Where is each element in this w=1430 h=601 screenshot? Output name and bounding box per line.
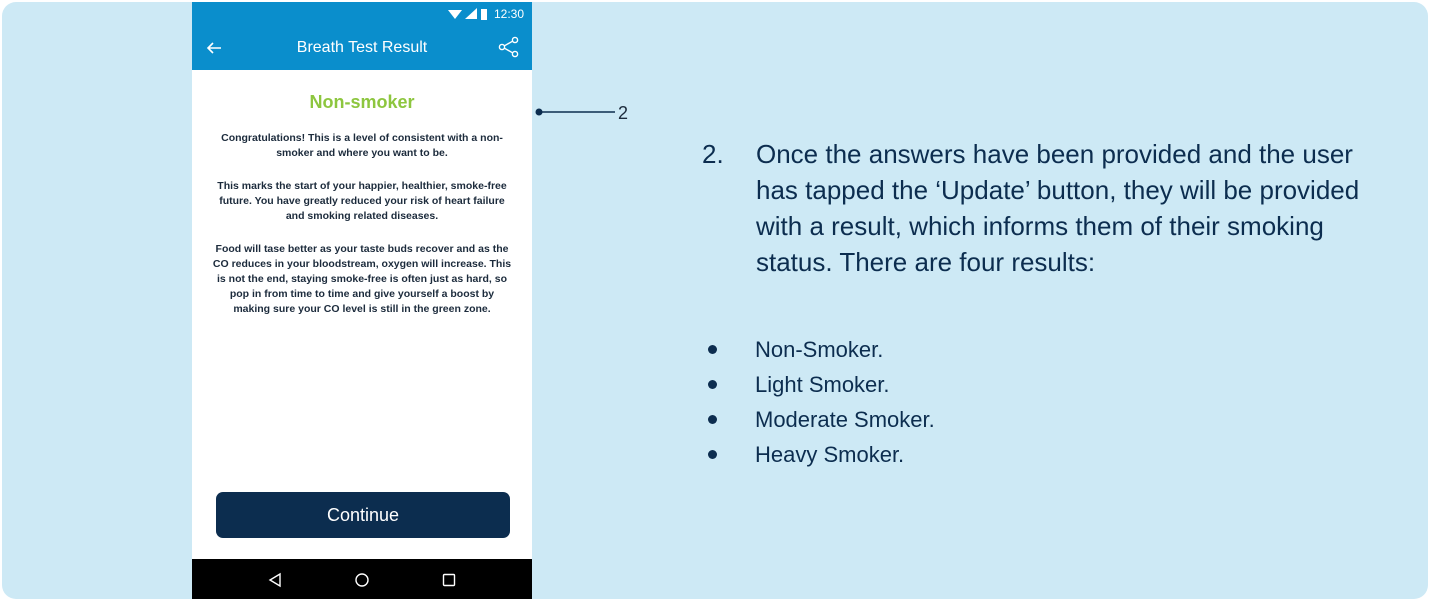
step-description: 2. Once the answers have been provided a… — [702, 136, 1382, 280]
list-item-label: Moderate Smoker. — [755, 406, 935, 432]
callout-pointer — [535, 108, 615, 116]
callout-number: 2 — [618, 103, 629, 123]
battery-icon — [480, 9, 487, 20]
result-title: Non-smoker — [309, 92, 415, 112]
circle-home-icon — [355, 573, 369, 587]
result-content: Non-smoker Congratulations! This is a le… — [192, 70, 532, 317]
result-paragraph: Food will tase better as your taste buds… — [212, 243, 512, 315]
step-number: 2. — [702, 139, 724, 169]
background-panel: 12:30 Breath Test Result Non-smoker Cong… — [2, 2, 1428, 599]
list-item-label: Heavy Smoker. — [755, 441, 905, 467]
app-bar: Breath Test Result — [192, 26, 532, 70]
list-item-label: Non-Smoker. — [755, 336, 884, 362]
result-paragraph: Congratulations! This is a level of cons… — [221, 132, 503, 159]
screen-title: Breath Test Result — [296, 39, 428, 56]
results-list: Non-Smoker. Light Smoker. Moderate Smoke… — [702, 332, 935, 472]
list-item: Heavy Smoker. — [702, 437, 935, 472]
bullet-icon — [708, 345, 717, 354]
bullet-icon — [708, 450, 717, 459]
triangle-back-icon — [268, 572, 282, 588]
nav-recents-button[interactable] — [435, 566, 463, 594]
status-time: 12:30 — [493, 7, 524, 21]
list-item: Moderate Smoker. — [702, 402, 935, 437]
status-bar: 12:30 — [192, 2, 532, 26]
list-item: Non-Smoker. — [702, 332, 935, 367]
bullet-icon — [708, 380, 717, 389]
step-text: Once the answers have been provided and … — [756, 139, 1360, 277]
back-arrow-icon[interactable] — [204, 38, 224, 58]
phone-screen: 12:30 Breath Test Result Non-smoker Cong… — [192, 2, 532, 599]
nav-back-button[interactable] — [261, 566, 289, 594]
continue-button[interactable]: Continue — [216, 492, 510, 538]
nav-home-button[interactable] — [348, 566, 376, 594]
bullet-icon — [708, 415, 717, 424]
square-recents-icon — [442, 573, 455, 587]
signal-icon — [464, 8, 477, 19]
result-paragraph: This marks the start of your happier, he… — [217, 180, 507, 222]
wifi-icon — [447, 10, 462, 19]
android-nav-bar — [192, 559, 532, 599]
list-item: Light Smoker. — [702, 367, 935, 402]
share-icon[interactable] — [498, 36, 520, 58]
list-item-label: Light Smoker. — [755, 371, 890, 397]
